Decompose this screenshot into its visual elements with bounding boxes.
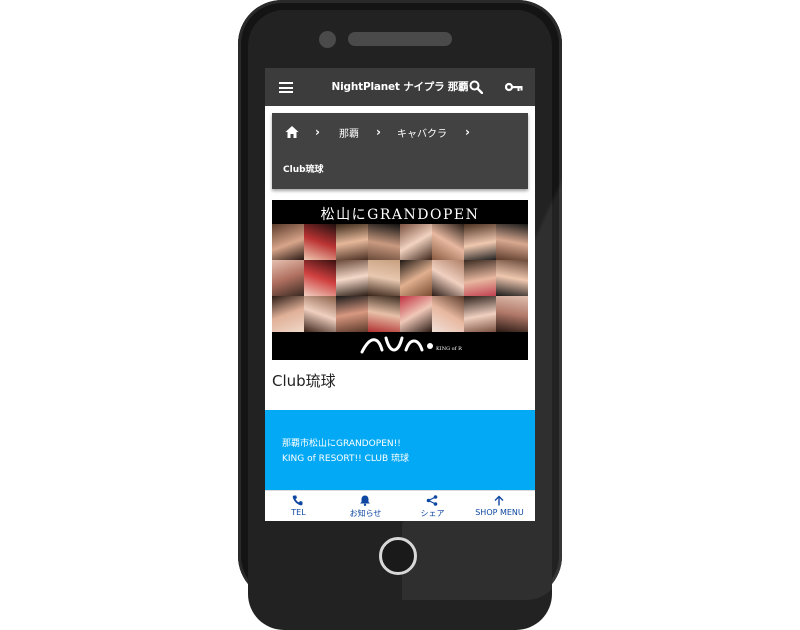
phone-screen: NightPlanet ナイプラ 那覇 › 那覇 › キャバクラ › Club琉… — [265, 68, 535, 521]
breadcrumb-item-naha[interactable]: 那覇 — [339, 125, 359, 140]
home-button[interactable] — [379, 537, 417, 575]
nav-share-button[interactable]: シェア — [399, 491, 466, 521]
nav-news-button[interactable]: お知らせ — [332, 491, 399, 521]
store-banner-image[interactable]: 松山にGRANDOPEN KING of R — [272, 200, 528, 360]
nav-tel-label: TEL — [291, 508, 306, 517]
front-camera — [319, 31, 336, 48]
arrow-up-icon — [494, 495, 504, 506]
nav-shop-menu-label: SHOP MENU — [475, 508, 524, 517]
chevron-right-icon: › — [465, 125, 470, 139]
banner-headline: 松山にGRANDOPEN — [320, 207, 480, 223]
key-icon[interactable] — [505, 82, 523, 92]
home-icon[interactable] — [285, 125, 299, 139]
breadcrumb-current: Club琉球 — [283, 165, 324, 175]
info-line-1: 那覇市松山にGRANDOPEN!! — [282, 439, 401, 449]
nav-shop-menu-button[interactable]: SHOP MENU — [466, 491, 533, 521]
nav-tel-button[interactable]: TEL — [265, 491, 332, 521]
nav-news-label: お知らせ — [349, 509, 382, 518]
info-line-2: KING of RESORT!! CLUB 琉球 — [282, 454, 410, 464]
share-icon — [426, 495, 438, 506]
phone-icon — [292, 495, 303, 506]
app-bar: NightPlanet ナイプラ 那覇 — [265, 68, 535, 106]
nav-share-label: シェア — [420, 509, 445, 518]
bottom-navigation: TEL お知らせ シェア SHOP MENU — [265, 490, 535, 521]
photo-collage — [272, 224, 528, 332]
search-icon[interactable] — [469, 80, 483, 94]
app-title: NightPlanet ナイプラ 那覇 — [331, 81, 469, 93]
chevron-right-icon: › — [376, 125, 381, 139]
breadcrumb: › 那覇 › キャバクラ › Club琉球 — [272, 113, 528, 189]
store-name: Club琉球 — [272, 372, 336, 390]
club-logo: KING of RESORT — [360, 336, 462, 354]
info-panel: 那覇市松山にGRANDOPEN!! KING of RESORT!! CLUB … — [265, 410, 535, 490]
breadcrumb-item-cabaret[interactable]: キャバクラ — [397, 125, 447, 140]
earpiece-speaker — [348, 32, 452, 46]
svg-text:KING of RESORT: KING of RESORT — [436, 346, 462, 352]
bell-icon — [360, 495, 370, 506]
chevron-right-icon: › — [315, 125, 320, 139]
